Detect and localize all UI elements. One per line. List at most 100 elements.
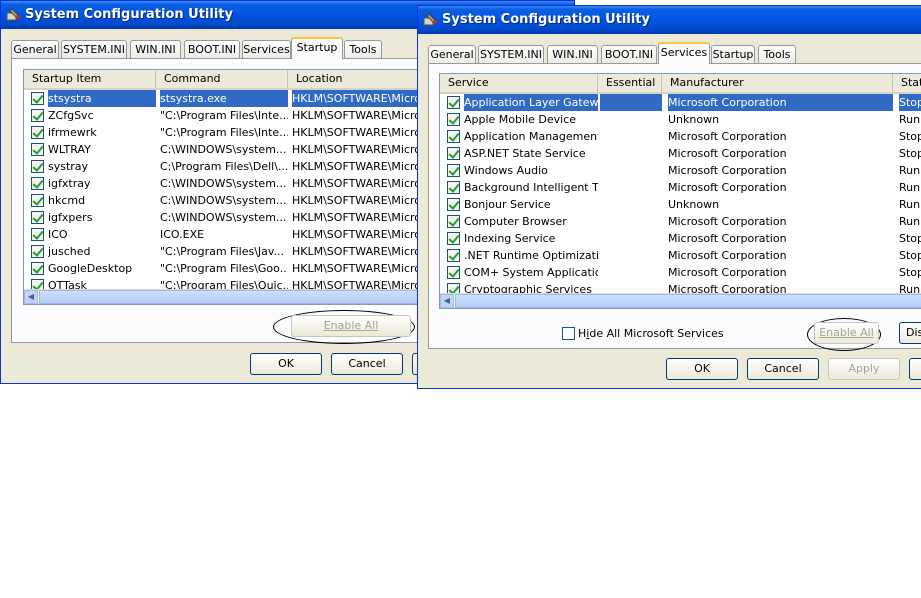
startup-item-command: C:\WINDOWS\system... xyxy=(160,143,287,156)
tab-win-ini[interactable]: WIN.INI xyxy=(547,45,598,64)
service-essential xyxy=(600,213,662,230)
column-header-essential[interactable]: Essential xyxy=(598,74,662,92)
service-row[interactable]: Application Management Microsoft Corporat… xyxy=(440,128,921,145)
service-checkbox[interactable] xyxy=(447,181,460,194)
service-name: Computer Browser xyxy=(464,215,567,228)
startup-item-command: C:\WINDOWS\system... xyxy=(160,211,287,224)
enable-all-button-left[interactable]: Enable All xyxy=(291,315,411,337)
checkmark-icon xyxy=(32,126,44,138)
cancel-button-left[interactable]: Cancel xyxy=(331,353,403,375)
tab-boot-ini[interactable]: BOOT.INI xyxy=(184,40,240,59)
service-checkbox[interactable] xyxy=(447,215,460,228)
startup-item-name: ZCfgSvc xyxy=(48,109,94,122)
startup-item-checkbox[interactable] xyxy=(31,126,44,139)
tab-tools[interactable]: Tools xyxy=(758,45,796,64)
service-manufacturer: Microsoft Corporation xyxy=(668,164,787,177)
startup-item-checkbox[interactable] xyxy=(31,262,44,275)
service-row[interactable]: ASP.NET State Service Microsoft Corporati… xyxy=(440,145,921,162)
startup-item-command: "C:\Program Files\Goo... xyxy=(160,262,288,275)
service-status: Stop xyxy=(899,130,921,143)
tab-startup[interactable]: Startup xyxy=(291,37,343,59)
disable-all-button[interactable]: Dis xyxy=(899,322,921,344)
startup-item-name: hkcmd xyxy=(48,194,86,207)
enable-all-button-right[interactable]: Enable All xyxy=(814,322,879,344)
hide-ms-services-box[interactable] xyxy=(562,327,575,340)
ok-button-left[interactable]: OK xyxy=(250,353,322,375)
service-checkbox[interactable] xyxy=(447,164,460,177)
service-essential xyxy=(600,247,662,264)
service-checkbox[interactable] xyxy=(447,130,460,143)
service-checkbox[interactable] xyxy=(447,249,460,262)
service-checkbox[interactable] xyxy=(447,198,460,211)
service-checkbox[interactable] xyxy=(447,96,460,109)
tab-tools[interactable]: Tools xyxy=(344,40,382,59)
service-essential xyxy=(600,162,662,179)
startup-item-checkbox[interactable] xyxy=(31,92,44,105)
startup-item-checkbox[interactable] xyxy=(31,143,44,156)
service-status: Runn xyxy=(899,164,921,177)
startup-item-checkbox[interactable] xyxy=(31,160,44,173)
service-checkbox[interactable] xyxy=(447,147,460,160)
tab-win-ini[interactable]: WIN.INI xyxy=(130,40,181,59)
hide-ms-services-checkbox[interactable]: Hide All Microsoft Services xyxy=(562,326,724,342)
cancel-button-right[interactable]: Cancel xyxy=(747,358,819,380)
service-checkbox[interactable] xyxy=(447,232,460,245)
startup-item-checkbox[interactable] xyxy=(31,194,44,207)
checkmark-icon xyxy=(32,160,44,172)
help-button-partial[interactable] xyxy=(909,358,921,380)
scroll-thumb[interactable] xyxy=(455,294,921,308)
column-header-service[interactable]: Service xyxy=(440,74,598,92)
service-status: Stop xyxy=(899,94,921,111)
service-row[interactable]: Bonjour Service Unknown Runn xyxy=(440,196,921,213)
checkmark-icon xyxy=(448,266,460,278)
checkmark-icon xyxy=(32,194,44,206)
tab-system-ini[interactable]: SYSTEM.INI xyxy=(61,40,127,59)
startup-item-checkbox[interactable] xyxy=(31,177,44,190)
tab-boot-ini[interactable]: BOOT.INI xyxy=(601,45,657,64)
column-header-status[interactable]: Stat xyxy=(893,74,921,92)
service-manufacturer: Microsoft Corporation xyxy=(668,232,787,245)
tab-services[interactable]: Services xyxy=(658,42,710,64)
service-row[interactable]: Windows Audio Microsoft Corporation Runn xyxy=(440,162,921,179)
checkmark-icon xyxy=(32,262,44,274)
service-name: .NET Runtime Optimizati... xyxy=(464,249,598,262)
service-status: Stop xyxy=(899,249,921,262)
startup-item-checkbox[interactable] xyxy=(31,211,44,224)
services-rows: Application Layer Gatew... Microsoft Corp… xyxy=(440,94,921,294)
right-title-bar[interactable]: System Configuration Utility xyxy=(418,6,921,34)
services-list[interactable]: Service Essential Manufacturer Stat Appl… xyxy=(439,73,921,309)
tab-system-ini[interactable]: SYSTEM.INI xyxy=(478,45,544,64)
scroll-left-icon[interactable]: ◀ xyxy=(24,290,38,304)
service-status: Stop xyxy=(899,266,921,279)
service-row[interactable]: Background Intelligent T... Microsoft Cor… xyxy=(440,179,921,196)
tab-general[interactable]: General xyxy=(11,40,59,59)
tab-services[interactable]: Services xyxy=(242,40,291,59)
ok-button-right[interactable]: OK xyxy=(666,358,738,380)
tab-general[interactable]: General xyxy=(428,45,476,64)
service-row[interactable]: COM+ System Application Microsoft Corpora… xyxy=(440,264,921,281)
service-row[interactable]: Indexing Service Microsoft Corporation Sto… xyxy=(440,230,921,247)
service-row[interactable]: Computer Browser Microsoft Corporation Run… xyxy=(440,213,921,230)
startup-item-checkbox[interactable] xyxy=(31,245,44,258)
tab-startup[interactable]: Startup xyxy=(711,45,755,64)
msconfig-icon xyxy=(6,8,20,21)
service-row[interactable]: Application Layer Gatew... Microsoft Corp… xyxy=(440,94,921,111)
startup-item-checkbox[interactable] xyxy=(31,109,44,122)
service-checkbox[interactable] xyxy=(447,113,460,126)
scroll-left-icon[interactable]: ◀ xyxy=(440,294,454,308)
startup-item-name: ICO xyxy=(48,228,68,241)
service-row[interactable]: .NET Runtime Optimizati... Microsoft Corp… xyxy=(440,247,921,264)
right-window-title: System Configuration Utility xyxy=(442,12,650,27)
service-checkbox[interactable] xyxy=(447,266,460,279)
column-header-manufacturer[interactable]: Manufacturer xyxy=(662,74,893,92)
startup-item-checkbox[interactable] xyxy=(31,228,44,241)
service-manufacturer: Microsoft Corporation xyxy=(668,181,787,194)
left-window-title: System Configuration Utility xyxy=(25,7,233,22)
apply-button-right[interactable]: Apply xyxy=(828,358,900,380)
checkmark-icon xyxy=(32,228,44,240)
column-header-startup-item[interactable]: Startup Item xyxy=(24,70,156,88)
services-horizontal-scrollbar[interactable]: ◀ xyxy=(440,293,921,308)
service-row[interactable]: Apple Mobile Device Unknown Runn xyxy=(440,111,921,128)
column-header-command[interactable]: Command xyxy=(156,70,288,88)
service-name: Bonjour Service xyxy=(464,198,551,211)
